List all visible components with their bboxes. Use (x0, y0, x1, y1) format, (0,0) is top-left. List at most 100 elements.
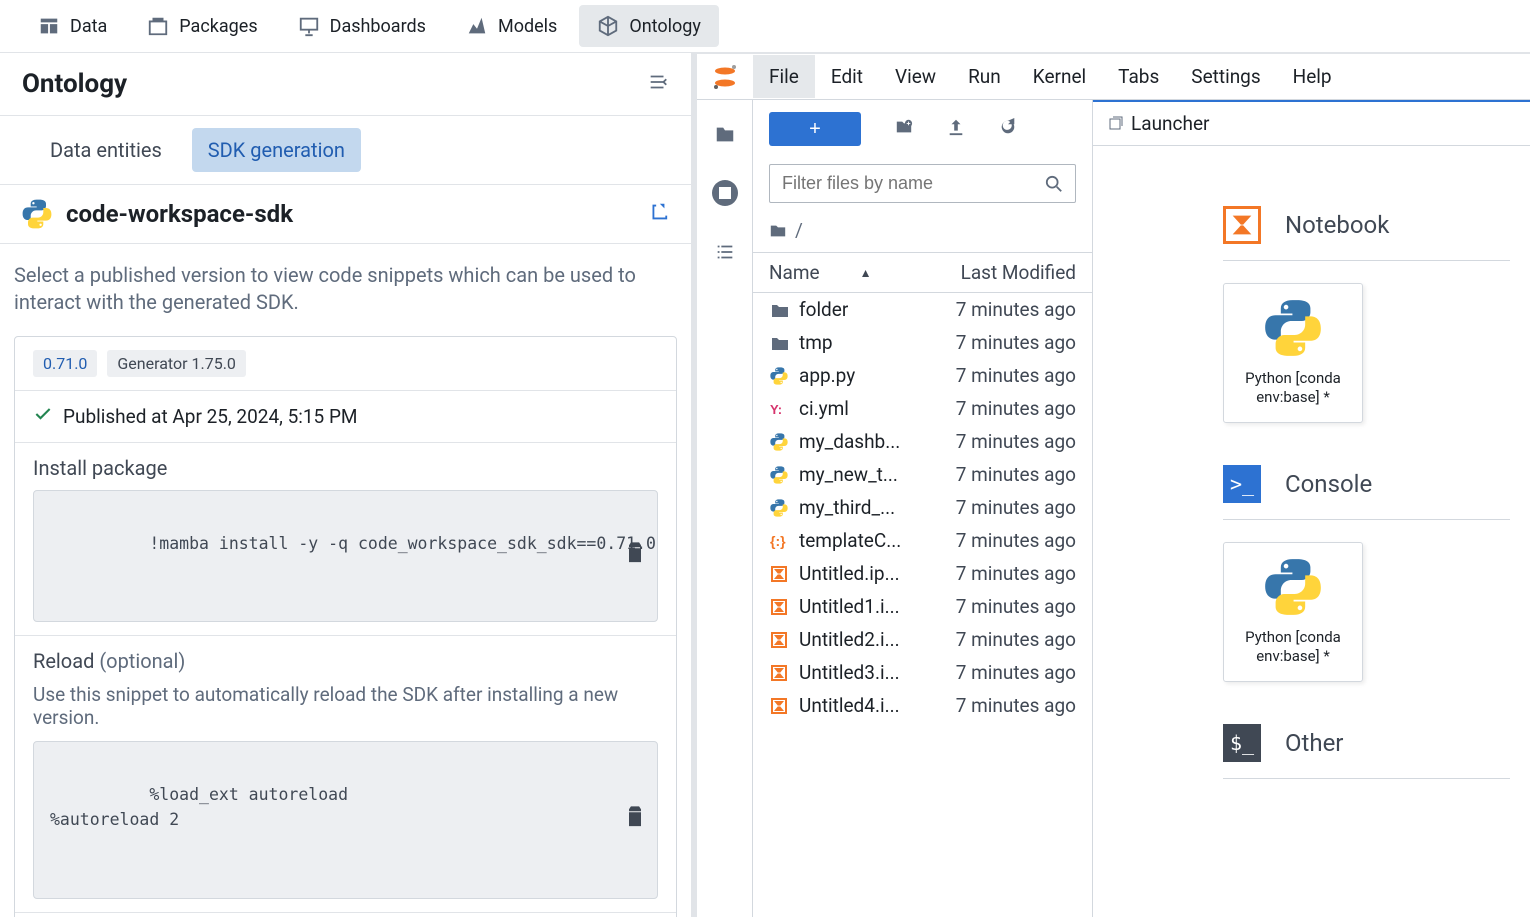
nav-label: Packages (179, 16, 257, 37)
nav-packages[interactable]: Packages (129, 5, 275, 47)
file-name: Untitled4.i... (799, 694, 900, 717)
launcher-tab-label: Launcher (1131, 112, 1209, 135)
file-row[interactable]: Untitled2.i... 7 minutes ago (753, 623, 1092, 656)
file-name: Untitled2.i... (799, 628, 900, 651)
menu-tabs[interactable]: Tabs (1102, 55, 1175, 98)
file-row[interactable]: my_third_...7 minutes ago (753, 491, 1092, 524)
file-name: my_new_t... (799, 463, 898, 486)
copy-icon[interactable] (627, 806, 643, 834)
file-modified: 7 minutes ago (956, 595, 1076, 618)
notebook-icon (1223, 206, 1261, 244)
console-python-card[interactable]: Python [conda env:base] * (1223, 542, 1363, 682)
collapse-icon[interactable] (647, 71, 669, 97)
nav-label: Data (70, 16, 107, 37)
filter-input[interactable] (782, 173, 1045, 194)
tab-sdk-generation[interactable]: SDK generation (192, 128, 361, 172)
breadcrumb-path: / (795, 219, 803, 242)
py-icon (769, 366, 789, 386)
new-folder-icon[interactable] (895, 118, 913, 140)
col-name[interactable]: Name (769, 261, 820, 284)
file-modified: 7 minutes ago (956, 397, 1076, 420)
reload-subtext: Use this snippet to automatically reload… (33, 683, 658, 729)
presentation-icon (298, 15, 320, 37)
table-icon (38, 15, 60, 37)
menu-settings[interactable]: Settings (1175, 55, 1276, 98)
file-modified: 7 minutes ago (956, 331, 1076, 354)
file-row[interactable]: app.py 7 minutes ago (753, 359, 1092, 392)
new-launcher-button[interactable]: + (769, 112, 861, 146)
nav-data[interactable]: Data (20, 5, 125, 47)
file-row[interactable]: Untitled3.i...7 minutes ago (753, 656, 1092, 689)
package-icon (147, 15, 169, 37)
copy-icon[interactable] (627, 542, 643, 570)
file-row[interactable]: my_new_t...7 minutes ago (753, 458, 1092, 491)
nav-label: Dashboards (330, 16, 426, 37)
nav-models[interactable]: Models (448, 5, 575, 47)
code-text: !mamba install -y -q code_workspace_sdk_… (149, 534, 656, 553)
launcher-panel: Launcher Notebook Python [conda env:base… (1093, 100, 1530, 917)
file-name: tmp (799, 331, 833, 354)
file-modified: 7 minutes ago (956, 430, 1076, 453)
file-row[interactable]: my_dashb...7 minutes ago (753, 425, 1092, 458)
open-doc-icon[interactable] (647, 201, 669, 227)
generator-badge: Generator 1.75.0 (107, 350, 246, 377)
python-icon (1264, 299, 1322, 357)
folder-icon (769, 333, 789, 353)
terminal-icon: $_ (1223, 724, 1261, 762)
tab-data-entities[interactable]: Data entities (34, 128, 178, 172)
py-icon (769, 432, 789, 452)
install-title: Install package (33, 456, 658, 480)
page-title: Ontology (22, 69, 127, 99)
breadcrumb[interactable]: / (753, 213, 1092, 252)
nav-dashboards[interactable]: Dashboards (280, 5, 444, 47)
file-row[interactable]: Untitled1.i... 7 minutes ago (753, 590, 1092, 623)
menu-view[interactable]: View (879, 55, 952, 98)
file-row[interactable]: Untitled.ip...7 minutes ago (753, 557, 1092, 590)
file-row[interactable]: tmp 7 minutes ago (753, 326, 1092, 359)
published-text: Published at Apr 25, 2024, 5:15 PM (63, 405, 358, 428)
upload-icon[interactable] (947, 118, 965, 140)
py-icon (769, 498, 789, 518)
version-badge[interactable]: 0.71.0 (33, 350, 97, 377)
file-modified: 7 minutes ago (956, 628, 1076, 651)
nav-label: Ontology (629, 16, 701, 37)
menu-edit[interactable]: Edit (815, 55, 879, 98)
file-modified: 7 minutes ago (956, 298, 1076, 321)
nav-label: Models (498, 16, 557, 37)
section-title: Notebook (1285, 211, 1389, 239)
file-name: Untitled3.i... (799, 661, 900, 684)
section-title: Console (1285, 470, 1372, 498)
file-list-header: Name▲ Last Modified (753, 252, 1092, 293)
file-filter (769, 164, 1076, 203)
file-name: app.py (799, 364, 855, 387)
refresh-icon[interactable] (999, 118, 1017, 140)
list-icon[interactable] (713, 240, 737, 264)
file-name: my_third_... (799, 496, 895, 519)
menu-run[interactable]: Run (952, 55, 1017, 98)
console-icon: >_ (1223, 465, 1261, 503)
menu-kernel[interactable]: Kernel (1017, 55, 1102, 98)
folder-icon[interactable] (713, 122, 737, 146)
running-icon[interactable] (712, 180, 738, 206)
launcher-other-section: $_ Other (1223, 724, 1510, 779)
cube-icon (597, 15, 619, 37)
file-row[interactable]: Untitled4.i... 7 minutes ago (753, 689, 1092, 722)
nb-icon (769, 696, 789, 716)
file-row[interactable]: folder7 minutes ago (753, 293, 1092, 326)
jupyter-panel: File Edit View Run Kernel Tabs Settings … (697, 53, 1530, 917)
yml-icon (769, 399, 789, 419)
file-name: Untitled1.i... (799, 595, 900, 618)
file-modified: 7 minutes ago (956, 694, 1076, 717)
optional-label: (optional) (99, 649, 185, 673)
jupyter-logo-icon (697, 64, 753, 90)
nav-ontology[interactable]: Ontology (579, 5, 719, 47)
file-row[interactable]: ci.yml7 minutes ago (753, 392, 1092, 425)
notebook-python-card[interactable]: Python [conda env:base] * (1223, 283, 1363, 423)
menu-file[interactable]: File (753, 55, 815, 98)
file-modified: 7 minutes ago (956, 364, 1076, 387)
file-row[interactable]: templateC...7 minutes ago (753, 524, 1092, 557)
menu-help[interactable]: Help (1277, 55, 1348, 98)
file-name: Untitled.ip... (799, 562, 900, 585)
launcher-tab[interactable]: Launcher (1093, 102, 1530, 146)
col-modified[interactable]: Last Modified (961, 261, 1076, 284)
